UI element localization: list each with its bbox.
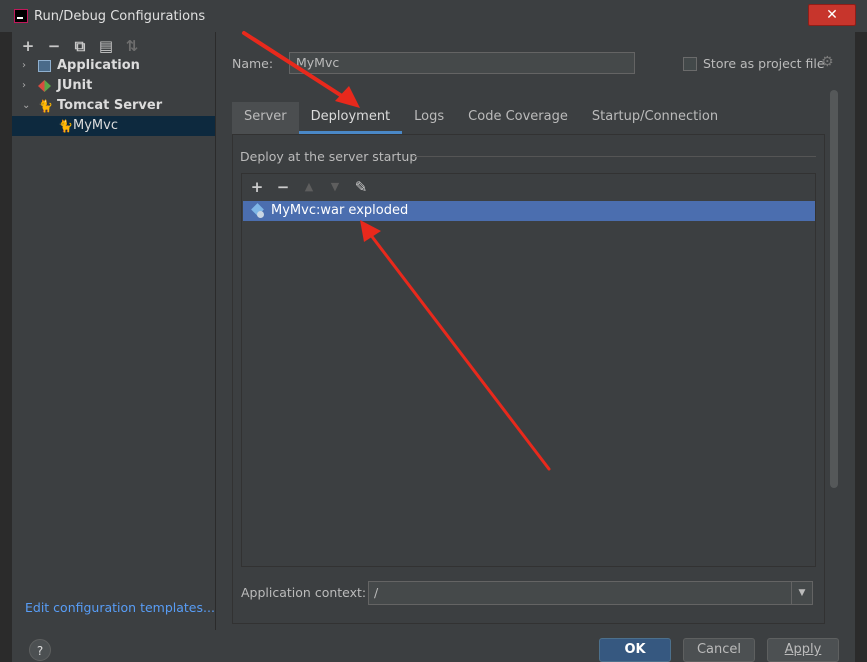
- tree-item-label: Application: [57, 58, 140, 73]
- tree-item-application[interactable]: › Application: [12, 56, 215, 76]
- tree-item-label: MyMvc: [73, 118, 118, 133]
- tree-item-tomcat-server[interactable]: ⌄ 🐈 Tomcat Server: [12, 96, 215, 116]
- application-context-value: /: [374, 585, 379, 600]
- tab-server[interactable]: Server: [232, 102, 299, 134]
- move-up-button[interactable]: ▲: [301, 179, 317, 195]
- help-button[interactable]: ?: [29, 639, 51, 661]
- window-edge-left: [0, 32, 12, 662]
- tree-item-label: JUnit: [57, 78, 93, 93]
- tab-startup-connection[interactable]: Startup/Connection: [580, 102, 730, 134]
- chevron-down-icon[interactable]: ▼: [791, 582, 812, 604]
- deploy-artifacts-list[interactable]: MyMvc:war exploded: [243, 200, 815, 566]
- tab-code-coverage[interactable]: Code Coverage: [456, 102, 580, 134]
- move-down-button[interactable]: ▼: [327, 179, 343, 195]
- name-label: Name:: [232, 56, 274, 71]
- vertical-scrollbar[interactable]: [830, 90, 838, 488]
- intellij-app-icon: [14, 9, 28, 23]
- configuration-editor: Name: MyMvc Store as project file ⚙ Serv…: [216, 32, 855, 630]
- remove-artifact-button[interactable]: −: [275, 179, 291, 195]
- name-input[interactable]: MyMvc: [289, 52, 635, 74]
- war-exploded-icon: [251, 204, 265, 218]
- edit-configuration-templates-link[interactable]: Edit configuration templates...: [25, 600, 215, 615]
- collapse-arrow-icon[interactable]: ⌄: [22, 96, 30, 116]
- store-as-project-file-checkbox[interactable]: [683, 57, 697, 71]
- edit-artifact-button[interactable]: ✎: [353, 179, 369, 195]
- tomcat-icon: 🐈: [58, 119, 73, 133]
- tree-item-mymvc[interactable]: 🐈 MyMvc: [12, 116, 215, 136]
- close-button[interactable]: ✕: [808, 4, 856, 26]
- configuration-tree: › Application › JUnit ⌄ 🐈 Tomcat Server …: [12, 56, 215, 136]
- expand-arrow-icon[interactable]: ›: [22, 76, 26, 96]
- deploy-toolbar: + − ▲ ▼ ✎: [249, 178, 369, 196]
- ok-button[interactable]: OK: [599, 638, 671, 662]
- deploy-section-title: Deploy at the server startup: [240, 149, 418, 164]
- store-as-project-file-label[interactable]: Store as project file: [703, 56, 825, 71]
- sort-configurations-button[interactable]: ⇅: [124, 38, 140, 54]
- tree-item-junit[interactable]: › JUnit: [12, 76, 215, 96]
- window-title: Run/Debug Configurations: [34, 9, 206, 24]
- cancel-button[interactable]: Cancel: [683, 638, 755, 662]
- add-artifact-button[interactable]: +: [249, 179, 265, 195]
- list-item[interactable]: MyMvc:war exploded: [243, 201, 815, 221]
- tomcat-icon: 🐈: [38, 99, 53, 113]
- dialog-button-bar: ? OK Cancel Apply: [12, 630, 855, 662]
- artifact-label: MyMvc:war exploded: [271, 203, 409, 218]
- application-icon: [38, 60, 51, 72]
- deploy-artifacts-panel: + − ▲ ▼ ✎ MyMvc:war exploded: [241, 173, 816, 567]
- remove-configuration-button[interactable]: −: [46, 38, 62, 54]
- copy-configuration-button[interactable]: ⧉: [72, 38, 88, 54]
- title-bar: Run/Debug Configurations ✕: [0, 0, 867, 33]
- expand-arrow-icon[interactable]: ›: [22, 56, 26, 76]
- move-to-folder-button[interactable]: ▤: [98, 38, 114, 54]
- tab-logs[interactable]: Logs: [402, 102, 456, 134]
- tab-bar: Server Deployment Logs Code Coverage Sta…: [232, 102, 730, 134]
- application-context-label: Application context:: [241, 585, 367, 600]
- add-configuration-button[interactable]: +: [20, 38, 36, 54]
- application-context-select[interactable]: / ▼: [368, 581, 813, 605]
- tab-deployment[interactable]: Deployment: [298, 102, 403, 134]
- window-edge-right: [855, 32, 867, 662]
- sidebar-toolbar: + − ⧉ ▤ ⇅: [20, 36, 140, 56]
- apply-button[interactable]: Apply: [767, 638, 839, 662]
- tree-item-label: Tomcat Server: [57, 98, 163, 113]
- gear-icon[interactable]: ⚙: [821, 54, 834, 70]
- configurations-sidebar: + − ⧉ ▤ ⇅ › Application › JUnit ⌄ 🐈 Tomc…: [12, 32, 216, 630]
- section-divider: [412, 156, 816, 157]
- junit-icon: [38, 80, 51, 92]
